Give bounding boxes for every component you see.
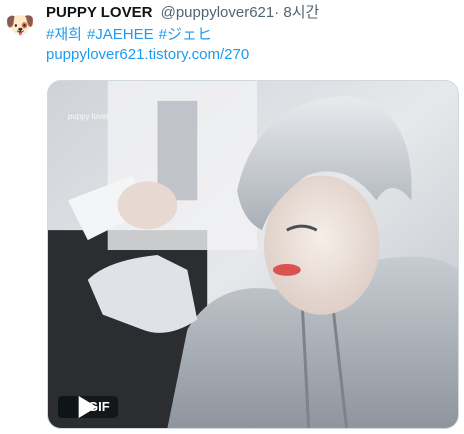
- user-handle[interactable]: @puppylover621: [161, 4, 275, 21]
- hashtag-link[interactable]: #ジェヒ: [159, 26, 212, 43]
- puppy-face-icon: 🐶: [5, 12, 35, 39]
- display-name[interactable]: PUPPY LOVER: [46, 4, 152, 21]
- play-icon[interactable]: [58, 396, 98, 418]
- tweet-header: PUPPY LOVER @puppylover621· 8시간: [46, 3, 319, 23]
- watermark-text: puppy lover: [68, 112, 109, 121]
- hashtag-line: #재희 #JAEHEE #ジェヒ: [46, 25, 217, 45]
- gif-media[interactable]: puppy lover GIF: [47, 80, 459, 429]
- hashtag-link[interactable]: #재희: [46, 26, 82, 43]
- play-triangle-icon: [78, 396, 98, 418]
- external-link[interactable]: puppylover621.tistory.com/270: [46, 45, 249, 65]
- tweet[interactable]: 🐶 PUPPY LOVER @puppylover621· 8시간 #재희 #JA…: [0, 0, 464, 434]
- gif-frame-image: puppy lover: [48, 81, 458, 428]
- gif-badge[interactable]: GIF: [58, 396, 118, 418]
- hashtag-link[interactable]: #JAEHEE: [87, 26, 154, 43]
- avatar[interactable]: 🐶: [5, 12, 35, 40]
- timestamp[interactable]: 8시간: [283, 4, 319, 21]
